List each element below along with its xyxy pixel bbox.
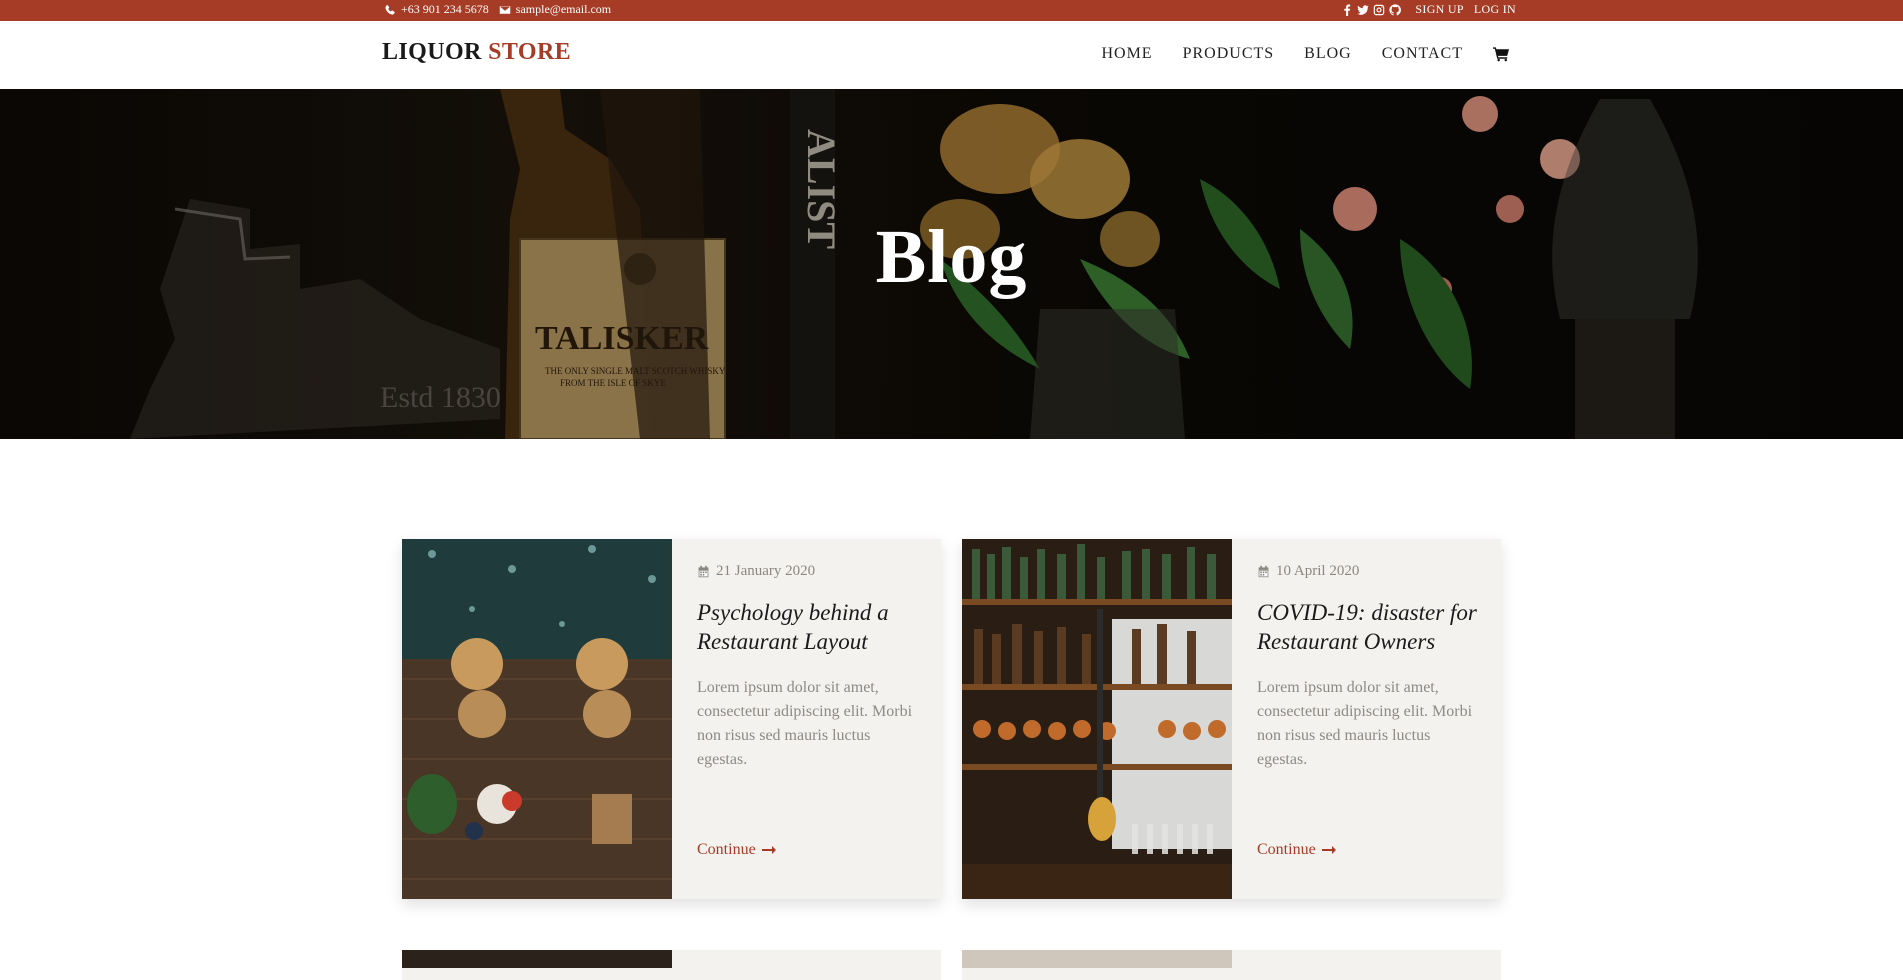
post-title[interactable]: Psychology behind a Restaurant Layout bbox=[697, 598, 922, 656]
brand-word-2: STORE bbox=[488, 39, 572, 65]
calendar-icon bbox=[1258, 565, 1269, 578]
top-bar: +63 901 234 5678 sample@email.com SIGN U… bbox=[0, 0, 1903, 21]
envelope-icon bbox=[499, 5, 511, 14]
site-header: LIQUOR STORE HOME PRODUCTS BLOG CONTACT bbox=[0, 21, 1903, 89]
github-icon[interactable] bbox=[1389, 3, 1402, 16]
brand-logo[interactable]: LIQUOR STORE bbox=[382, 39, 571, 66]
login-link[interactable]: LOG IN bbox=[1474, 2, 1516, 17]
continue-link[interactable]: Continue bbox=[697, 841, 776, 859]
continue-link[interactable]: Continue bbox=[1257, 841, 1336, 859]
arrow-right-icon bbox=[761, 846, 776, 854]
blog-card-image[interactable] bbox=[402, 539, 672, 899]
hero-title: Blog bbox=[875, 215, 1028, 299]
signup-link[interactable]: SIGN UP bbox=[1415, 2, 1463, 17]
top-bar-right: SIGN UP LOG IN bbox=[1341, 2, 1516, 17]
twitter-icon[interactable] bbox=[1357, 4, 1370, 16]
blog-card-image-partial bbox=[962, 950, 1232, 968]
continue-label: Continue bbox=[697, 841, 756, 858]
post-excerpt: Lorem ipsum dolor sit amet, consectetur … bbox=[697, 679, 913, 768]
post-date-text: 10 April 2020 bbox=[1276, 563, 1360, 579]
post-date: 10 April 2020 bbox=[1257, 563, 1482, 580]
blog-card[interactable]: 10 April 2020 COVID-19: disaster for Res… bbox=[962, 539, 1501, 899]
arrow-right-icon bbox=[1321, 846, 1336, 854]
nav-blog[interactable]: BLOG bbox=[1304, 45, 1352, 63]
main-nav: HOME PRODUCTS BLOG CONTACT bbox=[1101, 45, 1510, 63]
post-date-text: 21 January 2020 bbox=[716, 563, 816, 579]
nav-products[interactable]: PRODUCTS bbox=[1183, 45, 1275, 63]
blog-card-partial[interactable] bbox=[962, 950, 1501, 980]
calendar-icon bbox=[698, 565, 709, 578]
hero-banner: Estd 1830 TALISKER THE ONLY SINGLE MALT … bbox=[0, 89, 1903, 439]
blog-card-partial[interactable] bbox=[402, 950, 941, 980]
email-info: sample@email.com bbox=[499, 2, 611, 17]
post-date: 21 January 2020 bbox=[697, 563, 922, 580]
contact-info: +63 901 234 5678 sample@email.com bbox=[384, 2, 611, 17]
blog-card-body: 21 January 2020 Psychology behind a Rest… bbox=[697, 563, 922, 772]
phone-info: +63 901 234 5678 bbox=[384, 2, 489, 17]
shopping-cart-icon[interactable] bbox=[1493, 46, 1510, 62]
post-excerpt: Lorem ipsum dolor sit amet, consectetur … bbox=[1257, 679, 1473, 768]
social-links bbox=[1341, 3, 1402, 16]
facebook-icon[interactable] bbox=[1341, 4, 1353, 16]
blog-card-image-partial bbox=[402, 950, 672, 968]
blog-card-body: 10 April 2020 COVID-19: disaster for Res… bbox=[1257, 563, 1482, 772]
restaurant-layout-photo bbox=[402, 539, 672, 899]
phone-number: +63 901 234 5678 bbox=[401, 2, 489, 16]
blog-card[interactable]: 21 January 2020 Psychology behind a Rest… bbox=[402, 539, 941, 899]
nav-home[interactable]: HOME bbox=[1101, 45, 1152, 63]
brand-word-1: LIQUOR bbox=[382, 39, 482, 65]
continue-label: Continue bbox=[1257, 841, 1316, 858]
instagram-icon[interactable] bbox=[1373, 4, 1385, 16]
email-address: sample@email.com bbox=[515, 2, 612, 16]
nav-contact[interactable]: CONTACT bbox=[1382, 45, 1463, 63]
phone-icon bbox=[385, 4, 395, 15]
post-title[interactable]: COVID-19: disaster for Restaurant Owners bbox=[1257, 598, 1482, 656]
bar-shelves-photo bbox=[962, 539, 1232, 899]
blog-card-image[interactable] bbox=[962, 539, 1232, 899]
